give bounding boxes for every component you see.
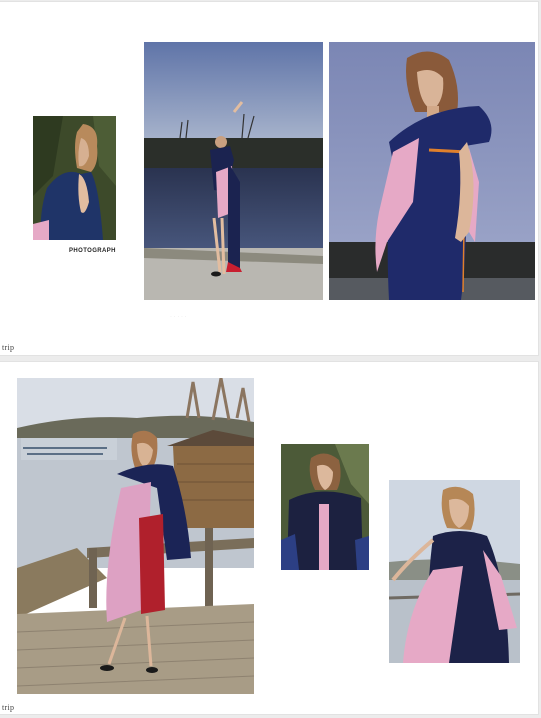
faint-page-text: · · · · · bbox=[170, 314, 187, 320]
spread-footer-label: trip bbox=[2, 343, 15, 352]
photo-dusk-portrait[interactable] bbox=[329, 42, 535, 300]
magazine-spread-top: PHOTOGRAPH · · · · · trip bbox=[0, 2, 538, 355]
photo-vest-closeup[interactable] bbox=[281, 444, 369, 570]
photo-dock-full-length[interactable] bbox=[17, 378, 254, 694]
photo-railing-portrait[interactable] bbox=[389, 480, 520, 663]
photo-caption: PHOTOGRAPH bbox=[69, 248, 116, 254]
magazine-spread-bottom: trip bbox=[0, 362, 538, 714]
photo-back-portrait[interactable] bbox=[33, 116, 116, 240]
photo-lake-pose[interactable] bbox=[144, 42, 323, 300]
spread-footer-label: trip bbox=[2, 703, 15, 712]
